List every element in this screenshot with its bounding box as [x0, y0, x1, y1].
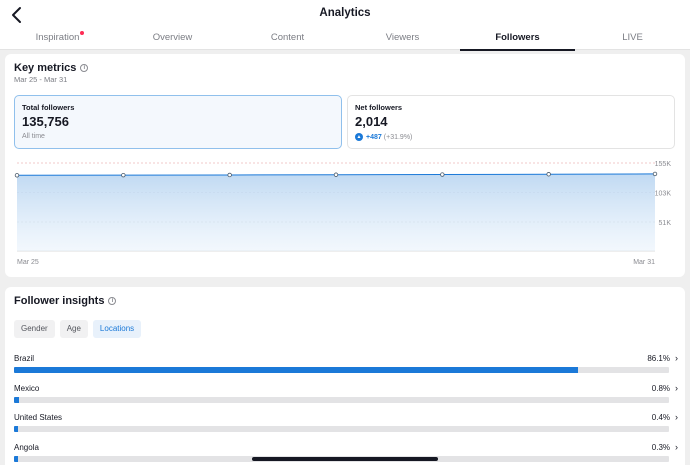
tab-overview[interactable]: Overview	[115, 26, 230, 50]
tab-label: Viewers	[385, 32, 420, 43]
metric-label: Net followers	[355, 103, 403, 112]
follower-insights-title: Follower insights i	[14, 295, 117, 307]
tab-viewers[interactable]: Viewers	[345, 26, 460, 50]
filter-locations[interactable]: Locations	[92, 320, 142, 338]
location-row[interactable]: United States 0.4% ›	[14, 411, 678, 441]
location-row[interactable]: Angola 0.3% ›	[14, 441, 678, 465]
location-name: Mexico	[14, 383, 40, 393]
tab-content[interactable]: Content	[230, 26, 345, 50]
change-percent: (+31.9%)	[383, 133, 413, 141]
tab-followers[interactable]: Followers	[460, 26, 575, 51]
data-point[interactable]	[227, 172, 232, 178]
metric-value: 135,756	[22, 114, 69, 129]
tab-label: Overview	[152, 32, 193, 43]
location-bar-fill	[14, 396, 20, 403]
location-row[interactable]: Brazil 86.1% ›	[14, 352, 678, 382]
location-bar-track	[14, 426, 669, 432]
location-percent: 0.4%	[651, 413, 670, 422]
metric-label: Total followers	[22, 103, 75, 112]
filter-gender[interactable]: Gender	[14, 320, 55, 338]
info-icon[interactable]: i	[80, 64, 89, 72]
data-point[interactable]	[121, 172, 126, 178]
location-row[interactable]: Mexico 0.8% ›	[14, 382, 678, 412]
x-tick-label: Mar 25	[17, 259, 39, 266]
location-bar-track	[14, 396, 669, 403]
tab-label: LIVE	[622, 32, 643, 43]
chevron-right-icon: ›	[675, 353, 678, 363]
follower-insights-card: Follower insights i Gender Age Locations…	[5, 287, 685, 465]
chevron-right-icon: ›	[675, 382, 678, 393]
home-indicator	[252, 457, 438, 461]
location-percent: 0.3%	[651, 442, 670, 452]
location-bar-fill	[14, 367, 578, 373]
series-area	[17, 173, 655, 251]
notification-dot	[80, 31, 85, 35]
tab-label: Followers	[495, 32, 540, 43]
arrow-up-icon: ▲	[355, 133, 363, 141]
key-metrics-title: Key metrics i	[14, 62, 89, 74]
metric-change: ▲ +487 (+31.9%)	[355, 133, 412, 141]
location-name: Brazil	[14, 354, 35, 363]
info-icon[interactable]: i	[108, 297, 117, 305]
filter-age[interactable]: Age	[59, 320, 88, 338]
date-range: Mar 25 - Mar 31	[14, 75, 68, 84]
x-tick-label: Mar 31	[633, 259, 655, 266]
data-point[interactable]	[440, 172, 445, 177]
location-bar-fill	[14, 426, 18, 432]
key-metrics-card: Key metrics i Mar 25 - Mar 31 Total foll…	[5, 54, 685, 277]
metric-subtext: All time	[22, 133, 45, 140]
location-bar-fill	[14, 455, 18, 462]
data-point[interactable]	[546, 172, 551, 177]
tab-label: Inspiration	[35, 32, 80, 43]
data-point[interactable]	[652, 171, 658, 177]
locations-list: Brazil 86.1% › Mexico 0.8% › United States 0.4%…	[14, 352, 678, 465]
metric-value: 2,014	[355, 114, 388, 129]
followers-chart: 155K 103K 51K Mar 25 Mar 31	[5, 154, 685, 270]
chevron-right-icon: ›	[675, 412, 678, 422]
tab-label: Content	[270, 32, 305, 43]
tab-inspiration[interactable]: Inspiration	[0, 26, 115, 50]
y-tick-label: 103K	[655, 191, 672, 198]
tab-bar: Inspiration Overview Content Viewers Fol…	[0, 26, 690, 51]
follower-insights-title-text: Follower insights	[14, 295, 105, 307]
y-tick-label: 155K	[655, 161, 672, 168]
location-percent: 0.8%	[651, 383, 670, 393]
total-followers-metric[interactable]: Total followers 135,756 All time	[14, 95, 342, 149]
data-point[interactable]	[14, 173, 20, 178]
location-percent: 86.1%	[647, 354, 670, 363]
location-name: Angola	[14, 442, 39, 452]
net-followers-metric[interactable]: Net followers 2,014 ▲ +487 (+31.9%)	[347, 95, 675, 149]
location-name: United States	[14, 413, 63, 422]
data-point[interactable]	[333, 172, 339, 177]
y-tick-label: 51K	[659, 220, 672, 227]
key-metrics-title-text: Key metrics	[14, 62, 77, 74]
chart-svg: 155K 103K 51K Mar 25 Mar 31	[14, 161, 672, 266]
top-bar: Analytics Inspiration Overview Content V…	[0, 0, 690, 51]
chevron-right-icon: ›	[675, 441, 678, 452]
tab-live[interactable]: LIVE	[575, 26, 690, 50]
location-bar-track	[14, 367, 669, 373]
page-title: Analytics	[319, 7, 371, 19]
change-value: +487	[366, 133, 382, 141]
filter-pills: Gender Age Locations	[14, 320, 142, 338]
